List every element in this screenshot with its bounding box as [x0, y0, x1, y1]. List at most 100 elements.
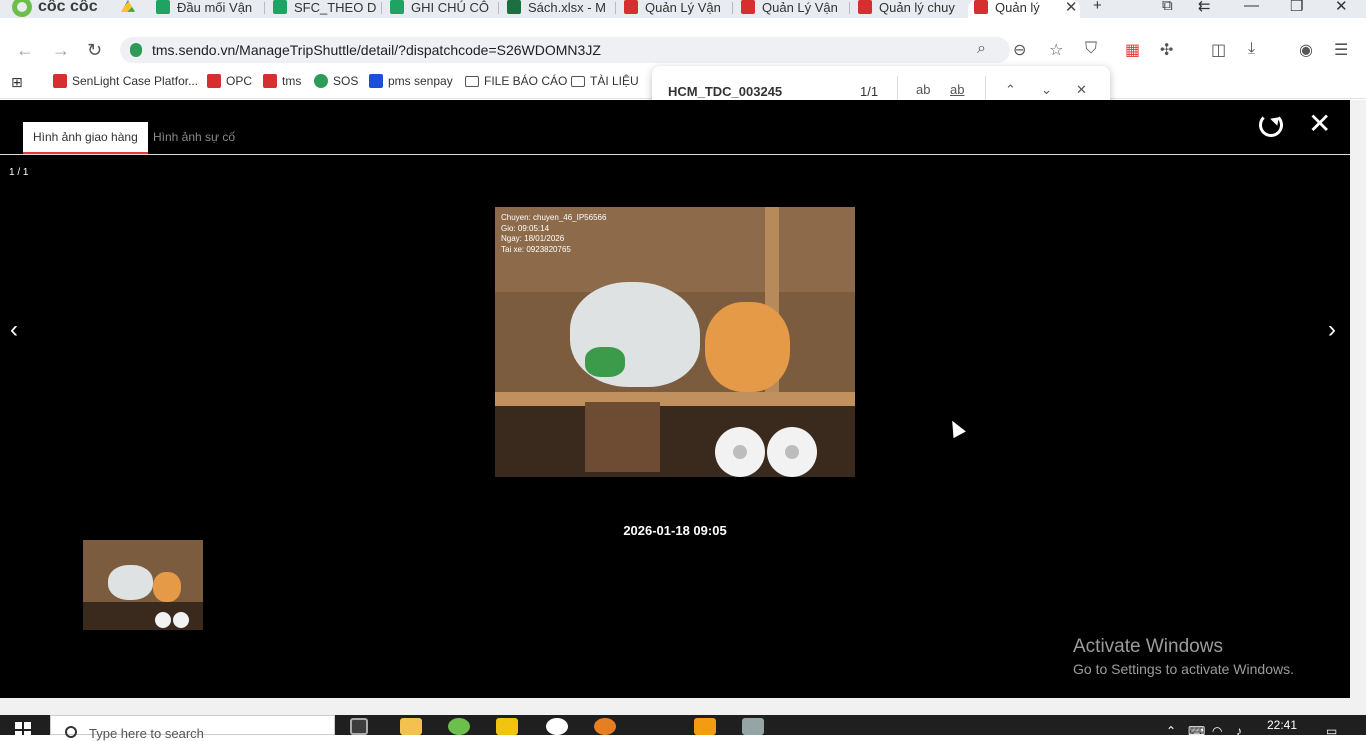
bookmark-tms[interactable]: tms — [263, 74, 301, 88]
activate-windows-watermark: Activate Windows Go to Settings to activ… — [1073, 636, 1294, 677]
bookmark-sos[interactable]: SOS — [314, 74, 358, 88]
brand[interactable]: cốc cốc — [12, 0, 98, 17]
bookmark-label: SenLight Case Platfor... — [72, 74, 199, 88]
tab-search-icon[interactable]: ⇇ — [1198, 0, 1211, 15]
thumbnail[interactable] — [83, 540, 203, 630]
tab-title: Sách.xlsx - M — [528, 0, 607, 15]
task-view-icon[interactable] — [350, 718, 368, 735]
shield-icon[interactable]: ⛉ — [1085, 40, 1097, 58]
input-icon[interactable]: ⌨ — [1188, 724, 1205, 738]
tab-incident-images[interactable]: Hình ảnh sự cố — [143, 122, 245, 155]
tray-chevron-icon[interactable]: ⌃ — [1166, 724, 1176, 738]
excel-icon — [507, 0, 521, 14]
new-tab-button[interactable]: + — [1093, 0, 1102, 14]
tab-3[interactable]: GHI CHÚ CÔ — [384, 0, 499, 18]
find-input[interactable]: HCM_TDC_003245 — [668, 84, 782, 99]
delivery-photo[interactable]: Chuyen: chuyen_46_IP56566 Gio: 09:05:14 … — [495, 207, 855, 477]
search-icon — [65, 726, 77, 738]
sendo-icon — [207, 74, 221, 88]
apps-icon[interactable]: ⊞ — [11, 74, 23, 91]
stamp-line: Tai xe: 0923820765 — [501, 244, 571, 254]
tab-close-icon[interactable]: ✕ — [1065, 0, 1078, 16]
screenshot-icon[interactable]: ⧉ — [1162, 0, 1173, 14]
image-counter: 1 / 1 — [9, 167, 29, 178]
tab-4[interactable]: Sách.xlsx - M — [501, 0, 616, 18]
tab-7[interactable]: Quản lý chuy — [852, 0, 967, 18]
viewer-close-icon[interactable]: ✕ — [1308, 110, 1331, 138]
window-close-icon[interactable]: ✕ — [1335, 0, 1348, 15]
stamp-line: Chuyen: chuyen_46_IP56566 — [501, 213, 607, 222]
tab-title: Đầu mối Vận — [177, 0, 253, 15]
menu-icon[interactable]: ☰ — [1334, 40, 1348, 60]
photo-timestamp: 2026-01-18 09:05 — [623, 523, 727, 538]
tab-6[interactable]: Quản Lý Vận — [735, 0, 850, 18]
photo-stamp: Chuyen: chuyen_46_IP56566 Gio: 09:05:14 … — [501, 213, 606, 255]
minimize-icon[interactable]: — — [1244, 0, 1259, 14]
bookmark-pms[interactable]: pms senpay — [369, 74, 453, 88]
url-text[interactable]: tms.sendo.vn/ManageTripShuttle/detail/?d… — [152, 42, 601, 58]
sticky-notes-icon[interactable] — [496, 718, 518, 735]
windows-start-icon[interactable] — [15, 722, 31, 738]
app-icon[interactable] — [594, 718, 616, 735]
bookmark-folder-bao-cao[interactable]: FILE BÁO CÁO — [465, 74, 567, 88]
forward-icon[interactable]: → — [52, 40, 70, 61]
volume-icon[interactable]: ♪ — [1236, 724, 1242, 738]
split-view-icon[interactable]: ◫ — [1211, 40, 1226, 60]
taskbar-search[interactable]: Type here to search — [50, 715, 335, 741]
find-count: 1/1 — [860, 84, 879, 99]
whole-word-button[interactable]: ab — [950, 82, 964, 97]
coccoc-taskbar-icon[interactable] — [448, 718, 470, 735]
tab-5[interactable]: Quản Lý Vận — [618, 0, 733, 18]
tab-2[interactable]: SFC_THEO D — [267, 0, 382, 18]
pms-icon — [369, 74, 383, 88]
profile-icon[interactable]: ◉ — [1299, 40, 1313, 60]
tab-title: GHI CHÚ CÔ — [411, 0, 489, 15]
bookmark-opc[interactable]: OPC — [207, 74, 252, 88]
sendo-icon — [263, 74, 277, 88]
sendo-icon — [624, 0, 638, 14]
sendo-icon — [974, 0, 988, 14]
bookmark-star-icon[interactable]: ☆ — [1049, 40, 1063, 60]
folder-icon — [465, 75, 479, 87]
reload-page-icon[interactable]: ↻ — [87, 40, 102, 61]
next-arrow-icon[interactable]: › — [1328, 316, 1336, 344]
restore-icon[interactable]: ❐ — [1290, 0, 1303, 15]
bookmark-label: tms — [282, 74, 302, 88]
sheets-icon — [273, 0, 287, 14]
extensions-icon[interactable]: ✣ — [1160, 40, 1173, 60]
zoom-out-icon[interactable]: ⊖ — [1013, 40, 1026, 60]
match-case-button[interactable]: ab — [916, 82, 930, 97]
bookmark-folder-tai-lieu[interactable]: TÀI LIỆU — [571, 74, 639, 88]
stamp-line: Ngay: 18/01/2026 — [501, 234, 565, 243]
back-icon[interactable]: ← — [16, 40, 34, 61]
tab-delivery-images[interactable]: Hình ảnh giao hàng — [23, 122, 148, 155]
find-previous-icon[interactable]: ⌃ — [1005, 82, 1016, 98]
app-icon[interactable] — [694, 718, 716, 735]
file-explorer-icon[interactable] — [400, 718, 422, 735]
find-in-page-icon[interactable]: ⌕ — [977, 40, 986, 58]
clock[interactable]: 22:41 — [1267, 718, 1297, 732]
extension-chart-icon[interactable]: ▦ — [1125, 40, 1140, 60]
orange-bag — [705, 302, 790, 392]
rotate-icon[interactable] — [1259, 113, 1283, 137]
thumb-orange-bag — [153, 572, 181, 602]
wifi-icon[interactable]: ◠ — [1212, 724, 1222, 738]
sendo-icon — [53, 74, 67, 88]
notifications-icon[interactable]: ▭ — [1326, 724, 1337, 738]
tab-1[interactable]: Đầu mối Vận — [150, 0, 265, 18]
tab-active[interactable]: Quản lý ✕ — [968, 0, 1080, 18]
find-close-icon[interactable]: ✕ — [1076, 82, 1087, 98]
prev-arrow-icon[interactable]: ‹ — [10, 316, 18, 344]
folder-icon — [571, 75, 585, 87]
shelf-board — [495, 392, 855, 406]
app-icon[interactable] — [742, 718, 764, 735]
zalo-icon[interactable] — [546, 718, 568, 735]
scrollbar[interactable] — [1350, 100, 1366, 698]
brand-name: cốc cốc — [38, 0, 98, 15]
find-next-icon[interactable]: ⌄ — [1041, 82, 1052, 98]
download-icon[interactable]: ⤓ — [1248, 40, 1255, 58]
secure-icon[interactable] — [130, 43, 142, 57]
bookmark-senlight[interactable]: SenLight Case Platfor... — [53, 74, 198, 88]
drive-icon — [121, 0, 135, 12]
tab-drive[interactable] — [115, 0, 143, 18]
